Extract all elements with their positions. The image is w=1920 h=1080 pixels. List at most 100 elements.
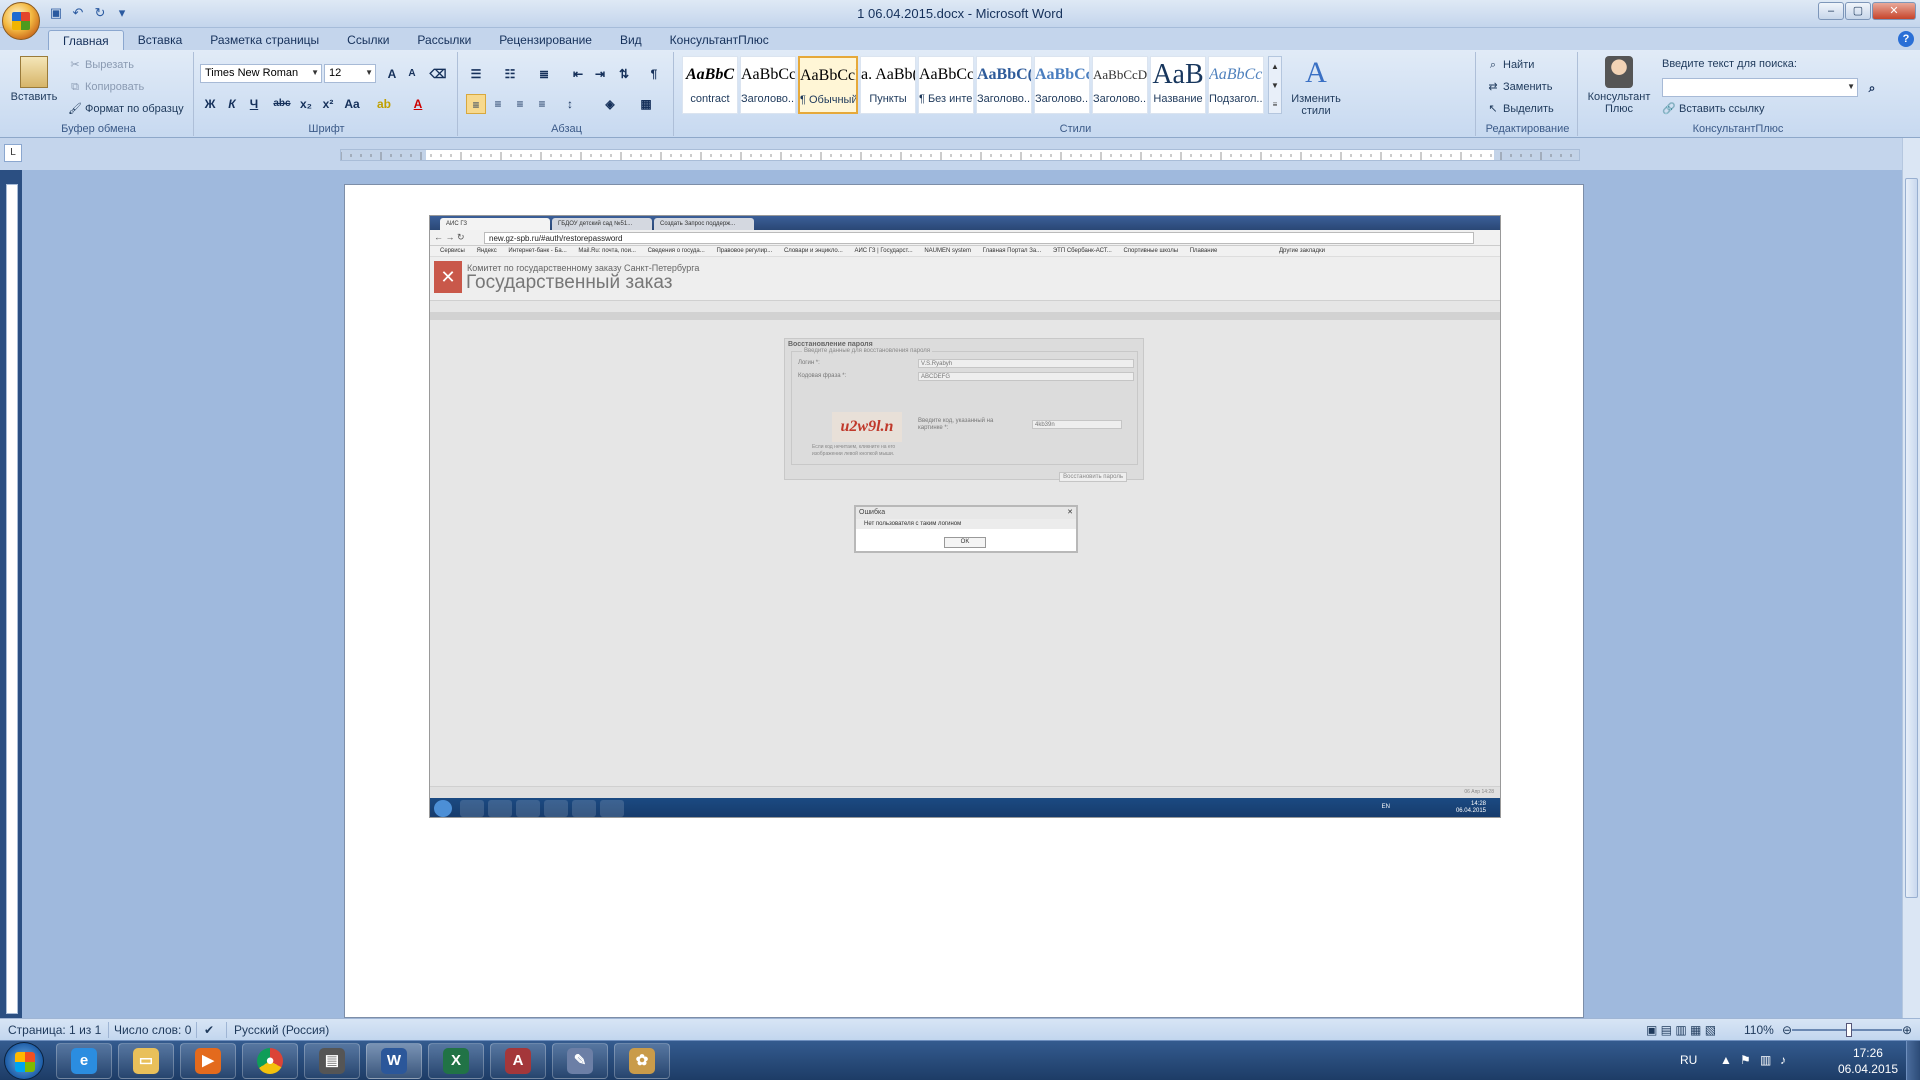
network-icon[interactable]: ▥ [1760, 1053, 1771, 1067]
page-count[interactable]: Страница: 1 из 1 [8, 1023, 101, 1037]
vertical-ruler[interactable] [6, 184, 18, 1014]
align-left-icon[interactable]: ≡ [466, 94, 486, 114]
language[interactable]: Русский (Россия) [234, 1023, 329, 1037]
bullets-icon[interactable]: ☰ [466, 64, 486, 84]
change-styles-button[interactable]: A Изменить стили [1288, 56, 1344, 117]
borders-icon[interactable]: ▦ [636, 94, 656, 114]
show-desktop-button[interactable] [1906, 1041, 1920, 1080]
sort-icon[interactable]: ⇅ [614, 64, 634, 84]
help-icon[interactable]: ? [1898, 31, 1914, 47]
taskbar-media-player[interactable]: ▶ [180, 1043, 236, 1079]
find-button[interactable]: ⌕ Найти [1486, 58, 1534, 72]
close-button[interactable]: ✕ [1872, 2, 1916, 20]
word-count[interactable]: Число слов: 0 [114, 1023, 191, 1037]
vertical-scrollbar[interactable] [1902, 138, 1920, 1018]
maximize-button[interactable]: ▢ [1845, 2, 1871, 20]
style-heading-1[interactable]: AaBbC(Заголово... [976, 56, 1032, 114]
taskbar-tool[interactable]: ✎ [552, 1043, 608, 1079]
font-size-select[interactable]: 12 ▼ [324, 64, 376, 83]
highlight-icon[interactable]: ab [374, 94, 394, 114]
taskbar-printer[interactable]: ▤ [304, 1043, 360, 1079]
style-subtitle[interactable]: AaBbCc. Подзагол... [1208, 56, 1264, 114]
editing-group: ⌕ Найти ⇄ Заменить ↖ Выделить Редактировани… [1478, 52, 1578, 136]
tab-stop-selector[interactable]: L [4, 144, 22, 162]
spellcheck-icon[interactable]: ✔ [204, 1023, 214, 1037]
flag-icon[interactable]: ⚑ [1740, 1053, 1751, 1067]
zoom-slider-knob[interactable] [1846, 1023, 1852, 1037]
input-language[interactable]: RU [1680, 1053, 1697, 1067]
taskbar-ie[interactable]: e [56, 1043, 112, 1079]
style-heading-2[interactable]: AaBbCcI Заголово... [1034, 56, 1090, 114]
style-no-spacing[interactable]: AaBbCcI ¶ Без инте... [918, 56, 974, 114]
tab-home[interactable]: Главная [48, 30, 124, 51]
clear-format-icon[interactable]: ⌫ [428, 64, 448, 84]
cut-button[interactable]: ✂ Вырезать [68, 58, 134, 72]
replace-button[interactable]: ⇄ Заменить [1486, 80, 1552, 94]
justify-icon[interactable]: ≡ [532, 94, 552, 114]
underline-button[interactable]: Ч [244, 94, 264, 114]
zoom-level[interactable]: 110% [1744, 1023, 1774, 1037]
style-title[interactable]: AaB Название [1150, 56, 1206, 114]
style-heading-3[interactable]: AaBbCcDd Заголово... [1092, 56, 1148, 114]
search-icon[interactable]: ⌕ [1862, 78, 1882, 98]
copy-button[interactable]: ⧉ Копировать [68, 80, 144, 94]
taskbar-word[interactable]: W [366, 1043, 422, 1079]
styles-scroll[interactable]: ▲ ▼ ≡ [1268, 56, 1282, 114]
line-spacing-icon[interactable]: ↕ [560, 94, 580, 114]
tab-view[interactable]: Вид [606, 30, 656, 51]
font-family-select[interactable]: Times New Roman ▼ [200, 64, 322, 83]
font-color-icon[interactable]: A [408, 94, 428, 114]
clock[interactable]: 17:26 06.04.2015 [1838, 1045, 1898, 1077]
align-center-icon[interactable]: ≡ [488, 94, 508, 114]
multilevel-list-icon[interactable]: ≣ [534, 64, 554, 84]
align-right-icon[interactable]: ≡ [510, 94, 530, 114]
view-buttons-icon[interactable]: ▣ ▤ ▥ ▦ ▧ [1646, 1023, 1716, 1037]
taskbar-paint[interactable]: ✿ [614, 1043, 670, 1079]
select-button[interactable]: ↖ Выделить [1486, 102, 1553, 116]
decrease-indent-icon[interactable]: ⇤ [568, 64, 588, 84]
taskbar-access[interactable]: A [490, 1043, 546, 1079]
paste-label: Вставить [10, 91, 58, 103]
strikethrough-button[interactable]: abc [272, 94, 292, 114]
italic-button[interactable]: К [222, 94, 242, 114]
style-contract[interactable]: AaBbC contract [682, 56, 738, 114]
scrollbar-thumb[interactable] [1905, 178, 1918, 898]
subscript-button[interactable]: x₂ [296, 94, 316, 114]
taskbar-excel[interactable]: X [428, 1043, 484, 1079]
format-painter-button[interactable]: 🖌 Формат по образцу [68, 102, 184, 116]
style-heading[interactable]: AaBbCcI Заголово... [740, 56, 796, 114]
shading-icon[interactable]: ◈ [600, 94, 620, 114]
superscript-button[interactable]: x² [318, 94, 338, 114]
zoom-in-icon[interactable]: ⊕ [1902, 1023, 1912, 1037]
replace-label: Заменить [1503, 81, 1553, 93]
horizontal-ruler[interactable] [340, 149, 1580, 161]
paste-button[interactable]: Вставить [8, 56, 60, 103]
tab-references[interactable]: Ссылки [333, 30, 403, 51]
volume-icon[interactable]: ♪ [1780, 1053, 1786, 1067]
numbering-icon[interactable]: ☷ [500, 64, 520, 84]
tab-review[interactable]: Рецензирование [485, 30, 606, 51]
tab-insert[interactable]: Вставка [124, 30, 197, 51]
taskbar-chrome[interactable]: ● [242, 1043, 298, 1079]
change-case-button[interactable]: Aa [342, 94, 362, 114]
tab-mailings[interactable]: Рассылки [403, 30, 485, 51]
zoom-out-icon[interactable]: ⊖ [1782, 1023, 1792, 1037]
increase-indent-icon[interactable]: ⇥ [590, 64, 610, 84]
show-marks-icon[interactable]: ¶ [644, 64, 664, 84]
taskbar-explorer[interactable]: ▭ [118, 1043, 174, 1079]
consultant-search-input[interactable]: ▼ [1662, 78, 1858, 97]
style-points[interactable]: a. AaBb(Пункты [860, 56, 916, 114]
minimize-button[interactable]: – [1818, 2, 1844, 20]
grow-font-button[interactable]: A [382, 64, 402, 84]
bold-button[interactable]: Ж [200, 94, 220, 114]
show-hidden-icons-icon[interactable]: ▲ [1720, 1053, 1732, 1067]
embedded-screenshot[interactable]: АИС ГЗ ГБДОУ детский сад №51... Создать … [429, 215, 1501, 818]
shrink-font-button[interactable]: A [402, 64, 422, 84]
tab-consultant[interactable]: КонсультантПлюс [656, 30, 783, 51]
office-button[interactable] [2, 2, 40, 40]
tab-page-layout[interactable]: Разметка страницы [196, 30, 333, 51]
consultant-button[interactable]: Консультант Плюс [1584, 56, 1654, 115]
style-normal[interactable]: AaBbCcI ¶ Обычный [798, 56, 858, 114]
insert-link-button[interactable]: 🔗 Вставить ссылку [1662, 102, 1764, 116]
start-button[interactable] [4, 1042, 44, 1080]
